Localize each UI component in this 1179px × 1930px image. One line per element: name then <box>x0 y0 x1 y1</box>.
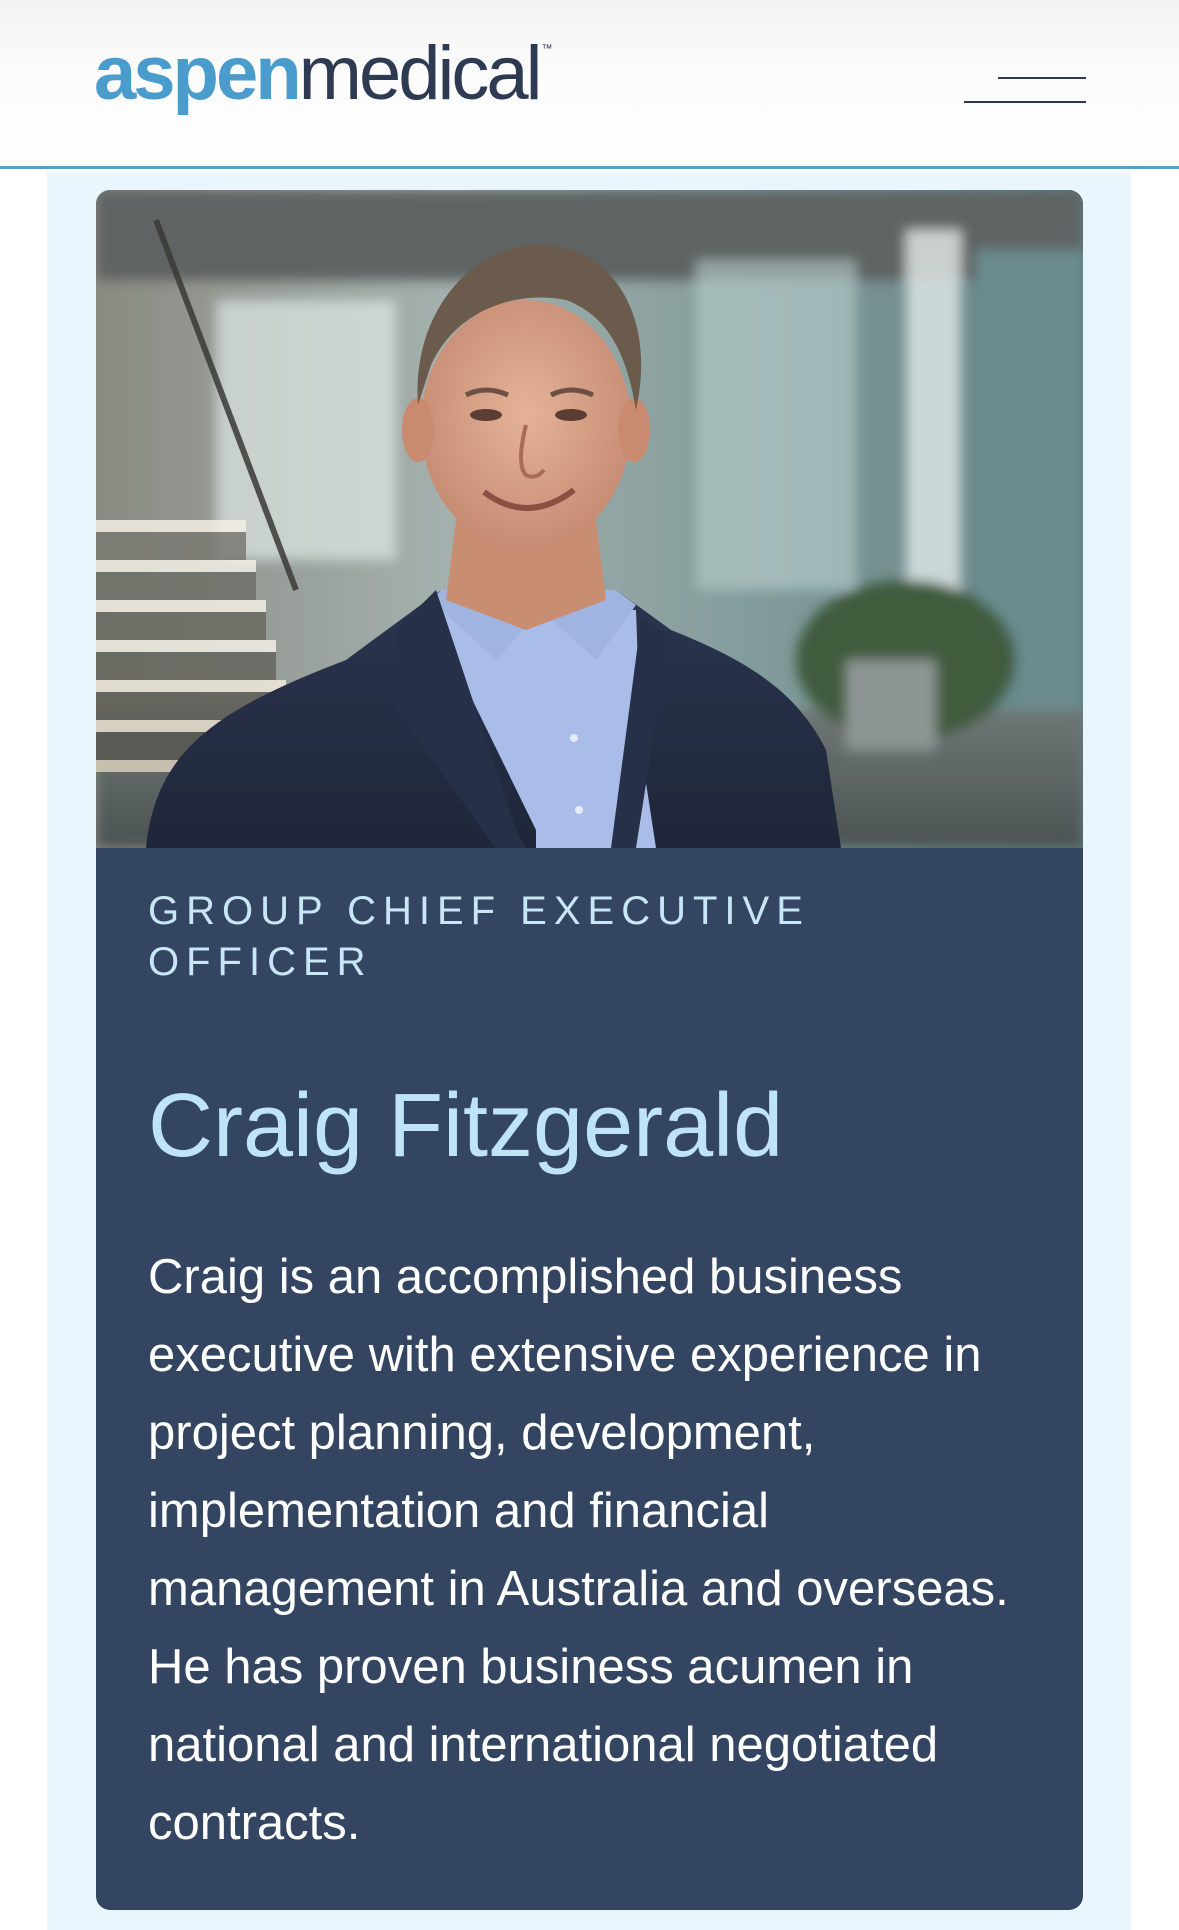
profile-bio: Craig is an accomplished business execut… <box>148 1250 1009 1850</box>
site-header: aspenmedical ™ <box>0 0 1179 169</box>
profile-name: Craig Fitzgerald <box>148 1076 784 1176</box>
profile-photo <box>96 190 1083 848</box>
profile-card: Group Chief Executive Officer Craig Fitz… <box>96 190 1083 1910</box>
hamburger-menu-icon[interactable] <box>958 66 1086 114</box>
menu-line-top <box>998 77 1086 79</box>
profile-role: Group Chief Executive Officer <box>148 889 810 984</box>
logo-medical-text: medical <box>298 31 543 116</box>
profile-info: Group Chief Executive Officer Craig Fitz… <box>148 886 1048 1862</box>
menu-line-bottom <box>964 101 1086 103</box>
logo-aspen-text: aspen <box>94 31 302 116</box>
logo-trademark: ™ <box>541 43 553 55</box>
aspen-medical-logo[interactable]: aspenmedical ™ <box>94 36 553 112</box>
